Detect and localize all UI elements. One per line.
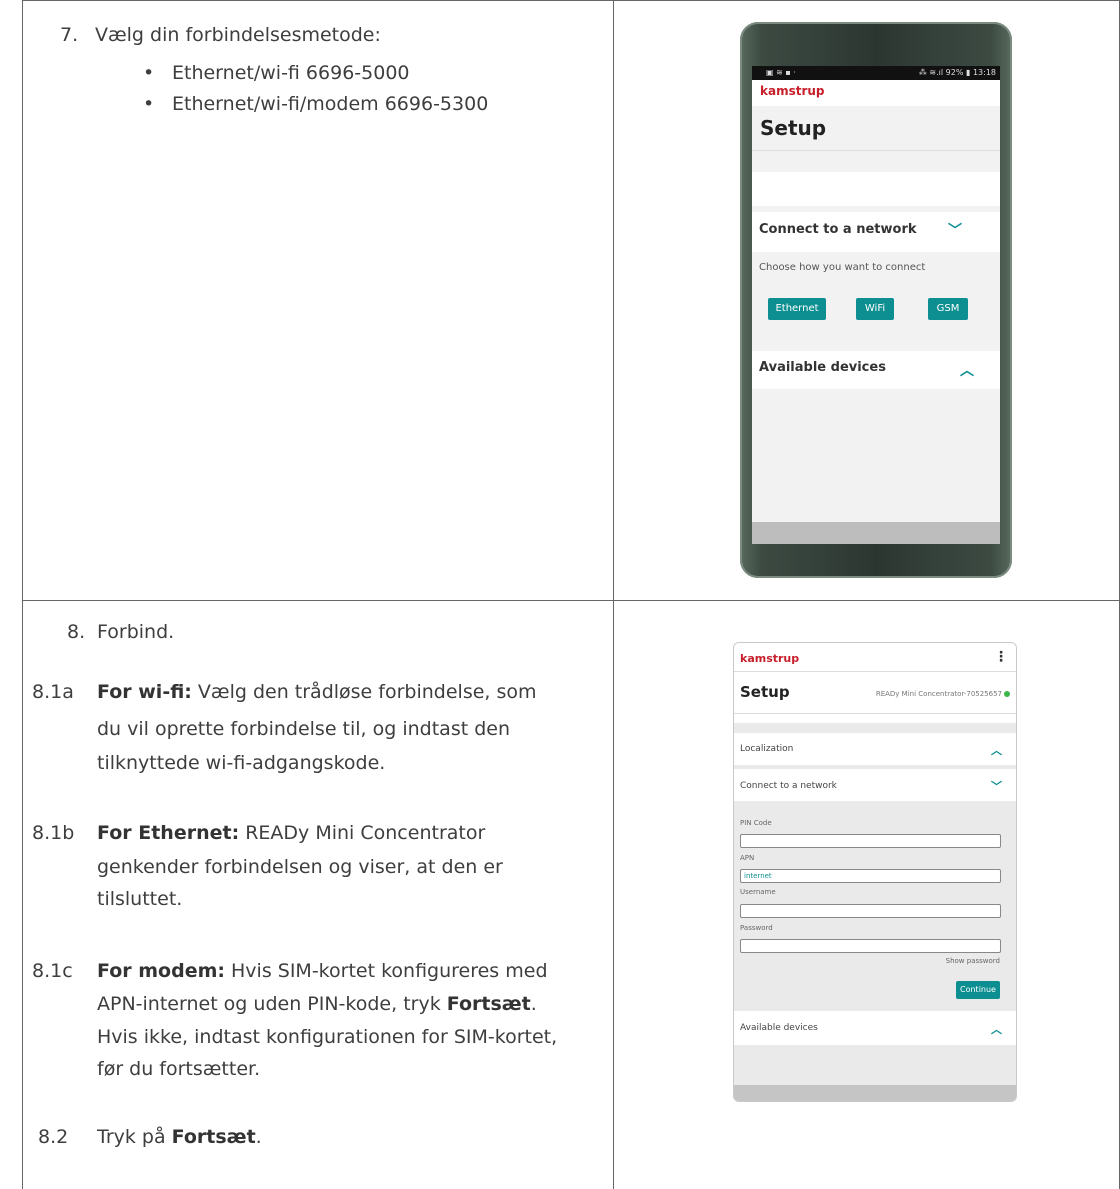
table-top-border	[22, 0, 1120, 1]
step-8-1a-line3: tilknyttede wi-fi-adgangskode.	[97, 752, 386, 774]
spacer	[734, 723, 1016, 733]
step-8-1a-line2: du vil oprette forbindelse til, og indta…	[97, 718, 511, 740]
chevron-up-icon[interactable]: ︿	[960, 360, 974, 380]
step-8-1b-line2: genkender forbindelsen og viser, at den …	[97, 856, 503, 878]
more-menu-icon[interactable]: ⋮	[994, 649, 1008, 665]
page-title: Setup	[740, 683, 790, 701]
divider	[752, 150, 1000, 151]
step-8-2-number: 8.2	[38, 1126, 69, 1148]
chevron-up-icon[interactable]: ︿	[991, 1021, 1002, 1037]
step-8-1b-line3: tilsluttet.	[97, 888, 183, 910]
page-title: Setup	[760, 116, 827, 140]
step-8-number: 8.	[67, 621, 86, 643]
pin-label: PIN Code	[740, 819, 772, 827]
chevron-down-icon[interactable]: ﹀	[948, 220, 962, 240]
divider	[734, 713, 1016, 714]
localization-label: Localization	[740, 744, 794, 754]
step-8-1a-line1: For wi-fi: Vælg den trådløse forbindelse…	[97, 681, 537, 703]
pin-input[interactable]	[740, 834, 1001, 848]
gsm-button[interactable]: GSM	[928, 298, 968, 320]
step-8-1b-line1: For Ethernet: READy Mini Concentrator	[97, 822, 486, 844]
available-devices-label: Available devices	[759, 360, 886, 375]
apn-input[interactable]: internet	[740, 869, 1001, 883]
phone-screen-connect: ▣ ≋ ▪ · ⁂ ≋.ıl 92% ▮ 13:18 kamstrup Setu…	[752, 66, 1000, 544]
password-label: Password	[740, 924, 773, 932]
step-7-bullet-1: Ethernet/wi-fi 6696-5000	[172, 62, 410, 84]
step-8-1c-line1: For modem: Hvis SIM-kortet konfigureres …	[97, 960, 548, 982]
step-8-1b-number: 8.1b	[32, 822, 75, 844]
status-right: ⁂ ≋.ıl 92% ▮ 13:18	[918, 68, 996, 77]
available-devices-label: Available devices	[740, 1023, 818, 1033]
divider	[734, 671, 1016, 672]
wifi-button[interactable]: WiFi	[856, 298, 894, 320]
status-left: ▣ ≋ ▪ ·	[766, 68, 796, 77]
kamstrup-logo: kamstrup	[760, 84, 825, 98]
kamstrup-logo: kamstrup	[740, 652, 800, 665]
choose-text: Choose how you want to connect	[759, 262, 926, 273]
content-panel	[752, 172, 1000, 206]
device-name: READy Mini Concentrator-70525657	[875, 690, 1002, 698]
step-7-number: 7.	[60, 24, 79, 46]
connect-section-label: Connect to a network	[759, 222, 917, 237]
status-dot-icon	[1004, 691, 1010, 697]
chevron-up-icon[interactable]: ︿	[991, 742, 1002, 758]
bullet-icon: •	[143, 93, 155, 115]
status-bar: ▣ ≋ ▪ · ⁂ ≋.ıl 92% ▮ 13:18	[752, 66, 1000, 80]
chevron-down-icon[interactable]: ﹀	[991, 778, 1002, 794]
connect-label: Connect to a network	[740, 781, 837, 791]
show-password-link[interactable]: Show password	[946, 957, 1000, 965]
phone-screen-modem: kamstrup ⋮ Setup READy Mini Concentrator…	[733, 642, 1017, 1102]
step-8-1c-number: 8.1c	[32, 960, 73, 982]
footer-bar	[752, 522, 1000, 544]
step-7-bullet-2: Ethernet/wi-fi/modem 6696-5300	[172, 93, 489, 115]
step-7-text: Vælg din forbindelsesmetode:	[95, 24, 381, 46]
username-input[interactable]	[740, 904, 1001, 918]
continue-button[interactable]: Continue	[956, 981, 1000, 999]
username-label: Username	[740, 888, 776, 896]
step-8-text: Forbind.	[97, 621, 175, 643]
step-8-1c-line4: før du fortsætter.	[97, 1058, 261, 1080]
ethernet-button[interactable]: Ethernet	[768, 298, 826, 320]
step-8-1c-line3: Hvis ikke, indtast konfigurationen for S…	[97, 1026, 558, 1048]
step-8-1a-number: 8.1a	[32, 681, 74, 703]
bullet-icon: •	[143, 62, 155, 84]
password-input[interactable]	[740, 939, 1001, 953]
footer-bar	[734, 1085, 1016, 1101]
step-8-2-text: Tryk på Fortsæt.	[97, 1126, 262, 1148]
table-row-divider	[22, 600, 1120, 601]
apn-label: APN	[740, 854, 755, 862]
table-column-divider	[613, 0, 614, 1189]
step-8-1c-line2: APN-internet og uden PIN-kode, tryk Fort…	[97, 993, 537, 1015]
